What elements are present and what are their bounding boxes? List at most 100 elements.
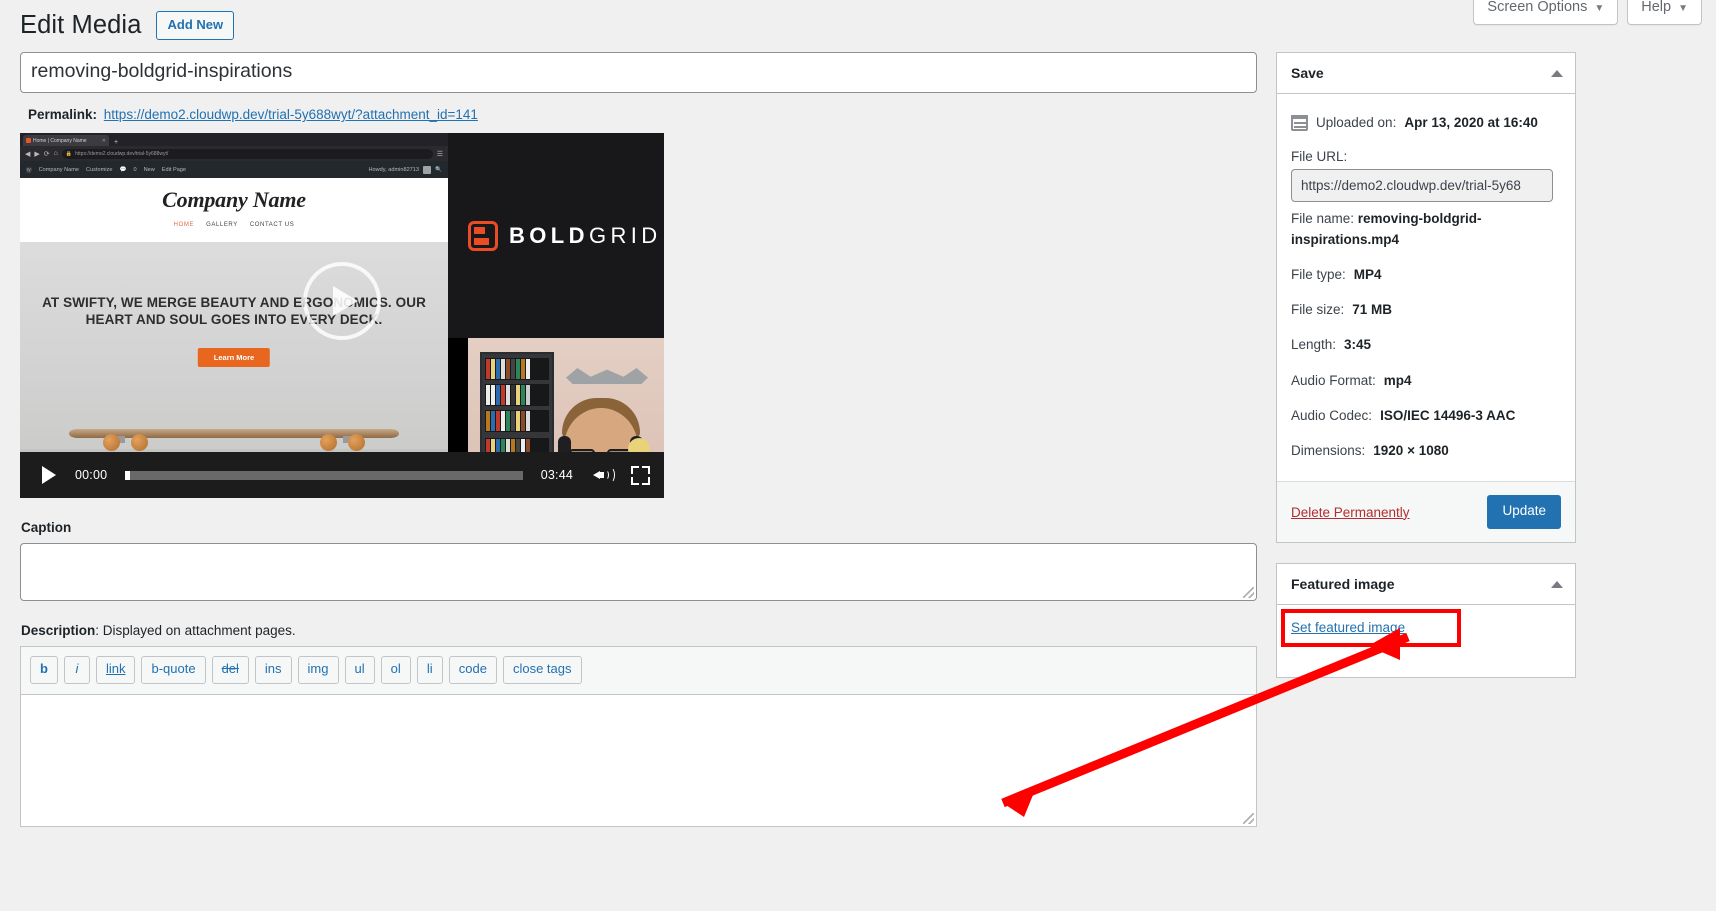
page-header: Edit Media Add New bbox=[20, 9, 235, 42]
quicktag-del[interactable]: del bbox=[211, 656, 249, 684]
description-label: Description: Displayed on attachment pag… bbox=[20, 623, 1257, 638]
resize-handle-icon[interactable] bbox=[1243, 587, 1254, 598]
capture-adminbar-right: Howdy, admin82713 🔍 bbox=[368, 165, 442, 174]
page-title: Edit Media bbox=[20, 11, 142, 39]
skateboard-wheel bbox=[103, 434, 120, 451]
add-new-button[interactable]: Add New bbox=[156, 10, 235, 41]
uploaded-on-label: Uploaded on: bbox=[1316, 115, 1397, 130]
screen-meta-links: Screen Options ▼ Help ▼ bbox=[1473, 0, 1702, 26]
capture-hero: AT SWIFTY, WE MERGE BEAUTY AND ERGONOMIC… bbox=[20, 242, 448, 466]
audio-codec-value: ISO/IEC 14496-3 AAC bbox=[1380, 407, 1516, 423]
file-type-value: MP4 bbox=[1353, 266, 1382, 282]
file-type-label: File type: bbox=[1291, 266, 1346, 282]
quicktag-li[interactable]: li bbox=[416, 656, 443, 684]
resize-handle-icon[interactable] bbox=[1243, 812, 1254, 824]
video-player[interactable]: Home | Company Name ✕ + ◀ ▶ ⟳ ⌂ 🔒 https:… bbox=[20, 133, 664, 498]
capture-site-header: Company Name HOME GALLERY CONTACT US bbox=[20, 178, 448, 242]
video-webcam-overlay bbox=[468, 338, 664, 466]
capture-site-brand: Company Name bbox=[162, 187, 306, 212]
video-controls: 00:00 03:44 bbox=[20, 452, 664, 498]
save-panel-title: Save bbox=[1291, 65, 1324, 81]
chevron-up-icon[interactable] bbox=[1551, 580, 1563, 588]
permalink-link[interactable]: https://demo2.cloudwp.dev/trial-5y688wyt… bbox=[104, 107, 478, 122]
sidebar: Save Uploaded on: Apr 13, 2020 at 16:40 … bbox=[1276, 52, 1576, 698]
set-featured-image-wrapper: Set featured image bbox=[1281, 609, 1462, 648]
file-type-row: File type: MP4 bbox=[1291, 258, 1561, 293]
featured-image-spacer bbox=[1291, 637, 1561, 663]
quicktag-link[interactable]: link bbox=[95, 656, 136, 684]
home-icon: ⌂ bbox=[53, 150, 58, 157]
file-url-input[interactable] bbox=[1291, 169, 1553, 203]
audio-format-value: mp4 bbox=[1383, 372, 1412, 388]
capture-new: New bbox=[143, 166, 155, 173]
help-button[interactable]: Help ▼ bbox=[1627, 0, 1702, 26]
featured-image-body: Set featured image bbox=[1277, 605, 1575, 677]
forward-icon: ▶ bbox=[34, 150, 40, 158]
search-icon: 🔍 bbox=[435, 166, 442, 173]
comment-icon: 💬 bbox=[119, 166, 127, 173]
quicktag-close-tags[interactable]: close tags bbox=[502, 656, 582, 684]
update-button[interactable]: Update bbox=[1487, 495, 1561, 530]
capture-howdy: Howdy, admin82713 bbox=[368, 166, 420, 173]
audio-format-label: Audio Format: bbox=[1291, 372, 1376, 388]
back-icon: ◀ bbox=[25, 150, 31, 158]
webcam-wall-decor bbox=[566, 368, 648, 384]
length-value: 3:45 bbox=[1344, 337, 1372, 353]
chevron-down-icon: ▼ bbox=[1594, 2, 1605, 14]
video-frame: Home | Company Name ✕ + ◀ ▶ ⟳ ⌂ 🔒 https:… bbox=[20, 133, 664, 498]
featured-image-header[interactable]: Featured image bbox=[1277, 564, 1575, 606]
video-current-time: 00:00 bbox=[75, 468, 108, 482]
capture-edit-page: Edit Page bbox=[161, 166, 187, 173]
quicktag-ins[interactable]: ins bbox=[254, 656, 292, 684]
play-icon[interactable] bbox=[42, 466, 56, 484]
dimensions-row: Dimensions: 1920 × 1080 bbox=[1291, 434, 1561, 469]
quicktag-bold[interactable]: b bbox=[30, 656, 58, 684]
volume-icon[interactable] bbox=[593, 466, 615, 484]
quicktag-ul[interactable]: ul bbox=[344, 656, 375, 684]
length-row: Length: 3:45 bbox=[1291, 328, 1561, 363]
save-panel-actions: Delete Permanently Update bbox=[1277, 481, 1575, 543]
description-textarea[interactable] bbox=[21, 694, 1256, 826]
video-duration: 03:44 bbox=[540, 468, 573, 482]
screen-options-label: Screen Options bbox=[1487, 0, 1588, 15]
capture-customize: Customize bbox=[86, 166, 113, 173]
quicktag-bquote[interactable]: b-quote bbox=[141, 656, 206, 684]
lock-icon: 🔒 bbox=[65, 150, 73, 157]
capture-site-name: Company Name bbox=[38, 166, 80, 173]
permalink-label: Permalink: bbox=[28, 107, 98, 122]
menu-icon: ☰ bbox=[436, 150, 443, 158]
media-title-input[interactable] bbox=[20, 52, 1257, 93]
video-progress-handle[interactable] bbox=[125, 470, 131, 480]
quicktag-img[interactable]: img bbox=[297, 656, 339, 684]
delete-permanently-link[interactable]: Delete Permanently bbox=[1291, 505, 1410, 520]
help-label: Help bbox=[1641, 0, 1672, 15]
play-overlay-icon[interactable] bbox=[303, 262, 381, 340]
file-size-value: 71 MB bbox=[1352, 302, 1393, 317]
video-progress-bar[interactable] bbox=[125, 470, 523, 480]
capture-nav-contact: CONTACT US bbox=[249, 222, 295, 228]
screen-options-button[interactable]: Screen Options ▼ bbox=[1473, 0, 1619, 26]
video-screencapture: Home | Company Name ✕ + ◀ ▶ ⟳ ⌂ 🔒 https:… bbox=[20, 133, 448, 466]
fullscreen-icon[interactable] bbox=[631, 465, 650, 485]
quicktag-ol[interactable]: ol bbox=[380, 656, 411, 684]
capture-url-text: https://demo2.cloudwp.dev/trial-5y688wyt… bbox=[75, 150, 169, 157]
reload-icon: ⟳ bbox=[43, 150, 50, 158]
chevron-up-icon[interactable] bbox=[1551, 69, 1563, 77]
file-size-label: File size: bbox=[1291, 302, 1345, 317]
quicktag-code[interactable]: code bbox=[448, 656, 497, 684]
save-panel-body: Uploaded on: Apr 13, 2020 at 16:40 File … bbox=[1277, 94, 1575, 543]
audio-format-row: Audio Format: mp4 bbox=[1291, 364, 1561, 399]
caption-field[interactable] bbox=[20, 543, 1257, 601]
capture-hero-headline: AT SWIFTY, WE MERGE BEAUTY AND ERGONOMIC… bbox=[42, 295, 426, 328]
avatar bbox=[423, 165, 432, 174]
save-panel: Save Uploaded on: Apr 13, 2020 at 16:40 … bbox=[1276, 52, 1576, 544]
skateboard-graphic bbox=[69, 429, 399, 451]
close-icon: ✕ bbox=[101, 137, 106, 144]
file-url-label: File URL: bbox=[1291, 149, 1348, 165]
edit-media-page: Screen Options ▼ Help ▼ Edit Media Add N… bbox=[0, 0, 1716, 911]
caption-label: Caption bbox=[21, 520, 72, 535]
capture-tab-title: Home | Company Name bbox=[33, 137, 87, 144]
quicktag-italic[interactable]: i bbox=[63, 656, 90, 684]
set-featured-image-link[interactable]: Set featured image bbox=[1291, 620, 1405, 635]
save-panel-header[interactable]: Save bbox=[1277, 53, 1575, 94]
